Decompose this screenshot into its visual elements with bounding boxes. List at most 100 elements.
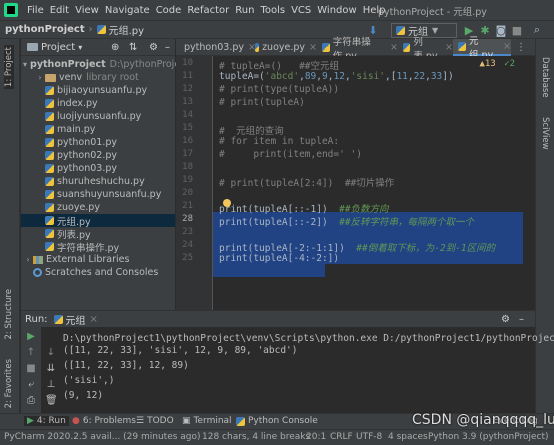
close-icon[interactable]: ×	[309, 42, 317, 53]
output-line: ([11, 22, 33], 'sisi', 12, 9, 89, 'abcd'…	[63, 345, 298, 356]
scroll-to-end-icon[interactable]: ⇊	[45, 363, 57, 375]
hide-icon[interactable]: –	[519, 314, 524, 325]
code-editor[interactable]: # tupleA=() ##空元组 tupleA=('abcd',89,9,12,…	[213, 56, 535, 310]
code-line: # print(tupleA[2:4]) ##切片操作	[219, 178, 395, 189]
tree-root[interactable]: ▾ pythonProject D:\pythonProject1\python…	[21, 58, 264, 71]
breadcrumb-separator-icon: ›	[88, 24, 93, 35]
gear-icon[interactable]: ⚙	[149, 42, 158, 53]
close-icon[interactable]: ×	[503, 41, 511, 52]
down-icon[interactable]: ↓	[45, 347, 57, 359]
project-view-icon	[27, 43, 38, 51]
tool-todo[interactable]: ☰ TODO	[136, 416, 174, 426]
tree-file-label: main.py	[57, 124, 96, 135]
close-icon[interactable]: ×	[445, 42, 453, 53]
tab-zuoye[interactable]: zuoye.py ×	[250, 39, 317, 56]
menu-window[interactable]: Window	[314, 5, 359, 16]
tree-external-libraries[interactable]: › External Libraries	[21, 253, 175, 266]
menu-view[interactable]: View	[72, 5, 102, 16]
close-icon[interactable]: ×	[90, 314, 98, 325]
line-number: 18	[182, 162, 193, 172]
tree-file[interactable]: index.py	[21, 97, 175, 110]
search-icon[interactable]: ⌕	[530, 23, 544, 37]
editor-tabs: python03.py× zuoye.py× 字符串操作.py× 列表.py× …	[176, 36, 535, 62]
tab-string-ops[interactable]: 字符串操作.py×	[317, 37, 398, 62]
tool-label: TODO	[147, 416, 174, 426]
print-icon[interactable]: ⎙	[25, 395, 37, 407]
line-number: 19	[182, 175, 193, 185]
tree-file[interactable]: shuruheshuchu.py	[21, 175, 175, 188]
tab-tuple[interactable]: 元组.py ×	[453, 36, 511, 61]
tab-python03[interactable]: python03.py ×	[176, 39, 256, 56]
tree-file[interactable]: luojiyunsuanfu.py	[21, 110, 175, 123]
indent-setting[interactable]: 4 spaces	[388, 432, 428, 442]
up-icon[interactable]: ↑	[25, 347, 37, 359]
tree-file-selected[interactable]: 元组.py	[21, 214, 175, 228]
breadcrumb-project[interactable]: pythonProject	[5, 24, 85, 35]
expand-arrow-icon[interactable]: ›	[35, 73, 45, 82]
menu-tools[interactable]: Tools	[257, 5, 288, 16]
menu-run[interactable]: Run	[232, 5, 257, 16]
inspection-widget[interactable]: ▲13 ✓2	[479, 59, 515, 69]
more-tabs-icon[interactable]: ⋮	[516, 42, 526, 53]
scratches-icon	[33, 268, 42, 277]
run-config-tab[interactable]: 元组	[66, 312, 86, 327]
menu-edit[interactable]: Edit	[47, 5, 72, 16]
collapse-all-icon[interactable]: ⇅	[129, 42, 137, 53]
menu-refactor[interactable]: Refactor	[184, 5, 232, 16]
library-icon	[33, 255, 43, 264]
tree-file[interactable]: 字符串操作.py	[21, 240, 175, 254]
menu-file[interactable]: File	[24, 5, 47, 16]
tree-file[interactable]: python03.py	[21, 162, 175, 175]
tool-problems[interactable]: ● 6: Problems	[72, 416, 136, 426]
tree-file[interactable]: suanshuyunsuanfu.py	[21, 188, 175, 201]
project-panel-title[interactable]: Project	[41, 42, 75, 53]
menu-vcs[interactable]: VCS	[288, 5, 314, 16]
locate-icon[interactable]: ⊕	[111, 42, 119, 53]
expand-arrow-icon[interactable]: ›	[23, 255, 33, 264]
breadcrumb-file[interactable]: 元组.py	[109, 22, 144, 37]
expand-arrow-icon[interactable]: ▾	[23, 60, 27, 69]
menu-code[interactable]: Code	[153, 5, 185, 16]
line-number: 10	[182, 58, 193, 68]
tree-file-label: suanshuyunsuanfu.py	[57, 189, 162, 200]
tool-python-console[interactable]: Python Console	[236, 416, 318, 426]
caret-position[interactable]: 20:1	[306, 432, 326, 442]
file-encoding[interactable]: UTF-8	[356, 432, 382, 442]
interpreter[interactable]: Python 3.9 (pythonProject)	[428, 432, 549, 442]
tree-venv-hint: library root	[86, 72, 139, 83]
tree-file[interactable]: zuoye.py	[21, 201, 175, 214]
database-tool-button[interactable]: Database	[540, 57, 550, 98]
tree-scratches[interactable]: Scratches and Consoles	[21, 266, 175, 279]
code-token: 11	[396, 71, 408, 82]
tab-list[interactable]: 列表.py×	[398, 37, 453, 62]
project-tool-button[interactable]: 1: Project	[4, 45, 14, 90]
hide-icon[interactable]: –	[165, 42, 170, 53]
stop-icon[interactable]: ■	[510, 23, 524, 37]
gear-icon[interactable]: ⚙	[501, 314, 510, 325]
left-tool-stripe: 1: Project 2: Structure 2: Favorites	[0, 39, 20, 413]
trash-icon[interactable]: 🗑	[45, 395, 58, 407]
warning-count: ▲13	[479, 59, 496, 69]
tree-file[interactable]: 列表.py	[21, 227, 175, 241]
close-icon[interactable]: ×	[390, 42, 398, 53]
tree-file[interactable]: python02.py	[21, 149, 175, 162]
output-line: ([11, 22, 33], 12, 89)	[63, 360, 189, 371]
update-notice[interactable]: PyCharm 2020.2.5 avail... (29 minutes ag…	[4, 432, 201, 442]
tree-file[interactable]: bijiaoyunsuanfu.py	[21, 84, 175, 97]
structure-tool-button[interactable]: 2: Structure	[4, 289, 14, 340]
stop-icon[interactable]: ■	[25, 363, 37, 375]
pin-icon[interactable]: ⊥	[45, 379, 57, 391]
sciview-tool-button[interactable]: SciView	[540, 117, 550, 150]
tree-file[interactable]: main.py	[21, 123, 175, 136]
favorites-tool-button[interactable]: 2: Favorites	[4, 359, 14, 408]
tool-terminal[interactable]: ▣ Terminal	[182, 416, 232, 426]
tool-run[interactable]: ▶ 4: Run	[24, 416, 69, 426]
rerun-icon[interactable]: ▶	[25, 331, 37, 343]
lightbulb-icon[interactable]	[223, 199, 231, 207]
tree-venv[interactable]: › venv library root	[21, 71, 175, 84]
chevron-down-icon[interactable]: ▾	[78, 43, 82, 52]
line-separator[interactable]: CRLF	[330, 432, 353, 442]
menu-navigate[interactable]: Navigate	[102, 5, 153, 16]
soft-wrap-icon[interactable]: ⤶	[25, 379, 37, 391]
tree-file[interactable]: python01.py	[21, 136, 175, 149]
